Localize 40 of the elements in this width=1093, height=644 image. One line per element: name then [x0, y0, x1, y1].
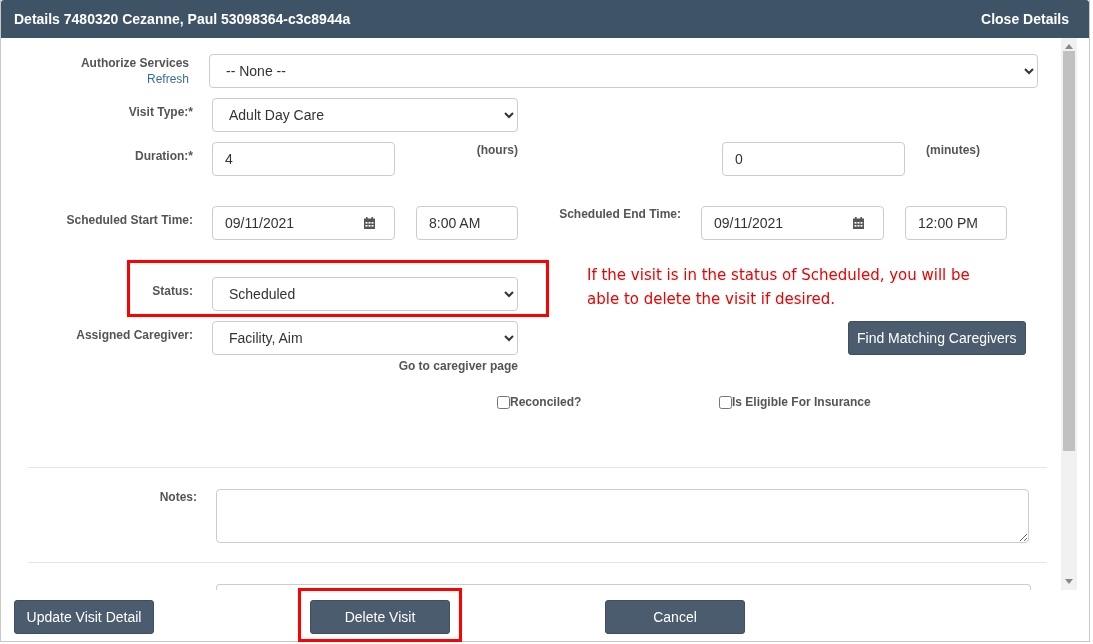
field-label: Status:	[152, 284, 193, 298]
minutes-input[interactable]: 0	[722, 142, 905, 176]
unit-label: (minutes)	[926, 143, 980, 157]
calendar-icon[interactable]	[364, 217, 375, 229]
authorize-services-select[interactable]: -- None --	[209, 54, 1038, 88]
scrollbar-thumb[interactable]	[1063, 51, 1075, 451]
scrollbar[interactable]	[1061, 38, 1077, 590]
window-title: Details 7480320 Cezanne, Paul 53098364-c3c8944a	[14, 11, 351, 27]
action-button[interactable]: Delete Visit	[310, 600, 450, 634]
refresh-link[interactable]: Refresh	[146, 72, 189, 86]
action-button[interactable]: Update Visit Detail	[14, 600, 154, 634]
scroll-up-icon[interactable]	[1065, 44, 1073, 49]
field-label: Notes:	[159, 490, 197, 504]
action-button[interactable]: Cancel	[605, 600, 745, 634]
annotation-text: If the visit is in the status of Scheduled, you will be able to delete the visit if desired.	[587, 265, 971, 310]
time-input[interactable]: 8:00 AM	[416, 206, 518, 240]
unit-label: (hours)	[476, 143, 518, 157]
date-field[interactable]: 09/11/2021	[212, 206, 395, 240]
checkbox[interactable]	[719, 395, 732, 409]
field-label: Scheduled End Time:	[559, 207, 681, 221]
checkbox[interactable]	[497, 395, 510, 409]
field-label: Visit Type:*	[128, 105, 193, 119]
hours-input[interactable]: 4	[212, 142, 395, 176]
notes-field[interactable]	[216, 489, 1029, 543]
close-details-link[interactable]: Close Details	[981, 11, 1069, 27]
time-input[interactable]: 12:00 PM	[905, 206, 1007, 240]
field-label: Duration:*	[135, 149, 193, 163]
scroll-down-icon[interactable]	[1065, 579, 1073, 584]
status-select[interactable]: Scheduled	[212, 277, 518, 311]
field-label: Assigned Caregiver:	[76, 328, 193, 342]
caregiver-page-link[interactable]: Go to caregiver page	[398, 359, 518, 373]
field-label: Scheduled Start Time:	[66, 213, 193, 227]
checkbox-label: Reconciled?	[510, 395, 582, 409]
calendar-icon[interactable]	[853, 217, 864, 229]
date-field[interactable]: 09/11/2021	[701, 206, 884, 240]
checkbox-label: Is Eligible For Insurance	[732, 395, 871, 409]
field-label: Authorize Services	[79, 55, 189, 71]
find-caregivers-button[interactable]: Find Matching Caregivers	[848, 321, 1026, 355]
visit-type-select[interactable]: Adult Day Care	[212, 98, 518, 132]
caregiver-select[interactable]: Facility, Aim	[212, 321, 518, 355]
